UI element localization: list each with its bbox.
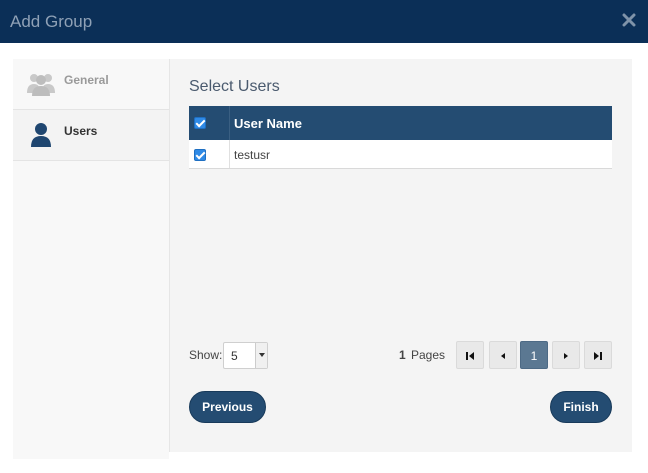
- close-icon-glyph: [622, 13, 636, 27]
- sidebar-item-users[interactable]: Users: [13, 110, 169, 161]
- previous-button[interactable]: Previous: [189, 391, 266, 423]
- pages-label: Pages: [411, 348, 446, 362]
- select-all-checkbox[interactable]: [194, 117, 206, 129]
- last-page-icon: [594, 352, 602, 360]
- next-page-button[interactable]: [552, 341, 580, 369]
- last-page-button[interactable]: [584, 341, 612, 369]
- sidebar-item-general[interactable]: General: [13, 59, 169, 110]
- chevron-down-icon[interactable]: [255, 343, 267, 368]
- sidebar-item-label: Users: [64, 124, 98, 138]
- chevron-right-icon: [564, 353, 568, 359]
- close-icon[interactable]: [621, 13, 637, 29]
- page-size-value: 5: [231, 349, 238, 363]
- users-table: User Name testusr: [189, 106, 612, 169]
- user-name-cell: testusr: [234, 148, 271, 162]
- column-header-user-name[interactable]: User Name: [234, 116, 302, 131]
- page-count: 1: [399, 348, 406, 362]
- show-label: Show:: [189, 348, 223, 362]
- wizard-content: Select Users User Name testusr Show: 5 1…: [169, 59, 632, 452]
- previous-page-button[interactable]: [489, 341, 517, 369]
- table-row[interactable]: testusr: [189, 140, 612, 169]
- section-title: Select Users: [189, 78, 280, 95]
- user-icon: [31, 123, 51, 147]
- dialog-titlebar: Add Group: [0, 0, 648, 43]
- first-page-button[interactable]: [456, 341, 484, 369]
- sidebar-item-label: General: [64, 73, 109, 87]
- table-header: User Name: [189, 106, 612, 140]
- chevron-left-icon: [501, 353, 505, 359]
- first-page-icon: [466, 352, 474, 360]
- header-checkbox-cell: [189, 106, 230, 140]
- wizard-sidebar: General Users: [13, 59, 169, 459]
- dialog-title: Add Group: [10, 12, 93, 31]
- finish-button[interactable]: Finish: [550, 391, 612, 423]
- current-page-number: 1: [530, 349, 538, 363]
- row-checkbox[interactable]: [194, 149, 206, 161]
- row-checkbox-cell: [189, 140, 230, 168]
- page-size-select[interactable]: 5: [223, 342, 268, 369]
- page-button-current[interactable]: 1: [520, 341, 548, 369]
- users-group-icon: [27, 74, 55, 96]
